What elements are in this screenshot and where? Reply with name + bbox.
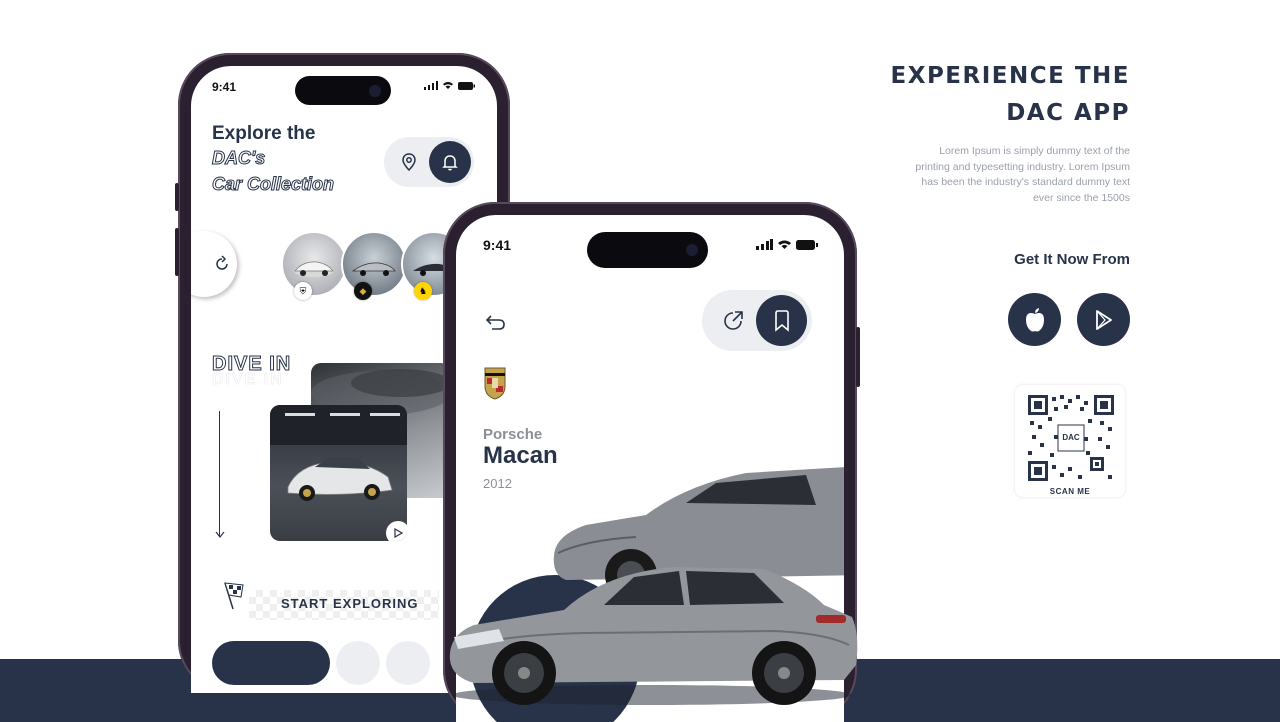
refresh-button[interactable] (191, 231, 237, 297)
notifications-button[interactable] (429, 141, 471, 183)
wifi-icon (778, 240, 791, 249)
car-photo (351, 262, 396, 276)
brand-lamborghini-thumb[interactable] (341, 231, 407, 297)
lamborghini-badge-icon: ◆ (354, 282, 372, 300)
play-store-icon (1095, 309, 1112, 330)
checkered-flag-icon (224, 582, 244, 610)
app-store-button[interactable] (1008, 293, 1061, 346)
location-button[interactable] (388, 141, 430, 183)
detail-action-pill (702, 290, 812, 351)
bookmark-icon (774, 309, 789, 332)
showroom-car-photo (270, 405, 407, 501)
status-time: 9:41 (483, 237, 512, 253)
location-pin-icon (402, 153, 416, 171)
bookmark-button[interactable] (756, 295, 807, 346)
dynamic-island (295, 76, 391, 105)
arrow-down-icon (215, 531, 225, 538)
bell-icon (442, 155, 458, 171)
explore-title-dac: DAC's (211, 148, 266, 169)
explore-title-collection: Car Collection (211, 174, 335, 195)
headline-line-2: DAC APP (1006, 100, 1130, 126)
porsche-crest-icon (484, 367, 506, 400)
qr-logo: DAC (1062, 433, 1080, 442)
qr-code-card[interactable]: DAC SCAN ME (1015, 385, 1125, 497)
signal-icon (424, 81, 438, 90)
back-button[interactable] (483, 310, 507, 334)
undo-arrow-icon (485, 315, 505, 330)
phone-side-button (175, 228, 179, 276)
phone-side-button (856, 327, 860, 387)
headline-line-1: EXPERIENCE THE (890, 63, 1130, 89)
explore-title: Explore the (212, 123, 316, 144)
app-description: Lorem Ipsum is simply dummy text of the … (915, 145, 1130, 204)
tab-item[interactable] (336, 641, 380, 685)
refresh-icon (216, 255, 228, 270)
porsche-badge-icon: ⛨ (294, 282, 312, 300)
brand-porsche-thumb[interactable] (281, 231, 347, 297)
wifi-icon (443, 82, 453, 89)
featured-card-front[interactable] (270, 405, 407, 541)
share-button[interactable] (707, 295, 758, 346)
play-icon (394, 528, 403, 538)
status-icons (756, 239, 818, 250)
car-brand: Porsche (483, 426, 543, 443)
headline: EXPERIENCE THE DAC APP (891, 58, 1131, 132)
car-year: 2012 (483, 476, 512, 491)
dynamic-island (587, 232, 708, 268)
phone-side-button (175, 183, 179, 211)
scroll-indicator (219, 411, 220, 536)
battery-icon (796, 239, 818, 250)
ferrari-badge-icon: ♞ (414, 282, 432, 300)
apple-icon (1025, 307, 1044, 331)
scan-me-label: SCAN ME (1049, 487, 1091, 496)
play-button[interactable] (386, 521, 407, 541)
dive-in-reflection: DIVE IN (212, 371, 284, 389)
signal-icon (756, 239, 773, 250)
explore-action-pill (384, 137, 474, 187)
car-photo (294, 261, 334, 277)
share-icon (723, 310, 743, 330)
tab-item[interactable] (386, 641, 430, 685)
google-play-button[interactable] (1077, 293, 1130, 346)
battery-icon (458, 81, 475, 90)
get-it-label: Get It Now From (1014, 251, 1130, 268)
status-time: 9:41 (212, 80, 237, 94)
car-image-macan-front (449, 567, 858, 705)
tab-home[interactable] (212, 641, 330, 685)
start-exploring-button[interactable]: START EXPLORING (281, 596, 419, 611)
status-icons (424, 81, 475, 90)
